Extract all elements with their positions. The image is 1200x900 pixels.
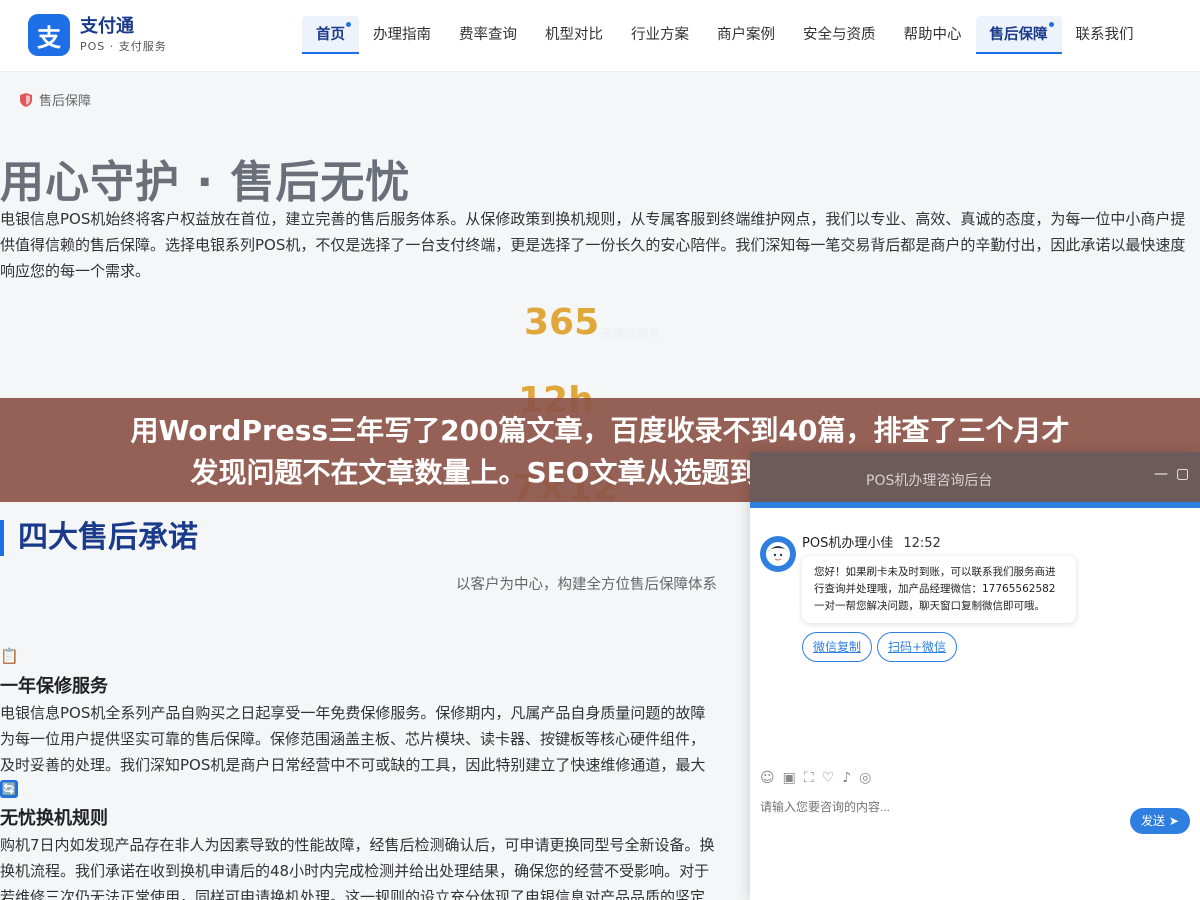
section-title: 四大售后承诺 [0,520,198,556]
logo-badge: 支 [28,14,70,56]
shield-icon [20,92,32,107]
nav-label: 费率查询 [459,27,517,43]
expand-icon[interactable]: ▢ [1176,466,1189,482]
card-title: 无忧换机规则 [0,808,108,829]
send-button[interactable]: 发送 ➤ [1130,808,1190,834]
scan-wechat-button[interactable]: 扫码+微信 [877,632,958,662]
emoji-icon[interactable]: ☺ [760,770,775,786]
agent-meta: POS机办理小佳 12:52 [802,532,941,551]
hero-title: 用心守护 · 售后无忧 [0,157,411,208]
nav-label: 安全与资质 [803,27,876,43]
card-text-line: 若维修三次仍无法正常使用，同样可申请换机处理。这一规则的设立充分体现了电银信息对… [0,888,706,900]
rating-icon[interactable]: ♡ [822,770,835,786]
nav-label: 帮助中心 [903,27,962,43]
avatar-face-icon [766,542,790,566]
card-text-line: 及时妥善的处理。我们深知POS机是商户日常经营中不可或缺的工具，因此特别建立了快… [0,756,706,774]
minimize-icon[interactable]: — [1154,466,1168,482]
chat-header-title: POS机办理咨询后台 [866,473,993,489]
message-time: 12:52 [903,536,941,551]
nav-dot-indicator [346,22,351,27]
nav-label: 首页 [316,27,345,43]
stat-number: 365 [524,302,600,343]
logo-name: 支付通 [80,16,134,37]
card-text-line: 电银信息POS机全系列产品自购买之日起享受一年免费保修服务。保修期内，凡属产品自… [0,704,706,722]
site-logo[interactable]: 支 支付通 POS · 支付服务 [28,14,167,56]
button-label: 扫码+微信 [888,640,947,654]
nav-after-sales[interactable]: 售后保障 [975,16,1062,54]
hero-description: 电银信息POS机始终将客户权益放在首位，建立完善的售后服务体系。从保修政策到换机… [0,210,1186,280]
breadcrumb-label: 售后保障 [39,94,92,109]
card-text-line: 为每一位用户提供坚实可靠的售后保障。保修范围涵盖主板、芯片模块、读卡器、按键板等… [0,730,706,748]
nav-label: 机型对比 [545,27,603,43]
main-nav: 首页 办理指南 费率查询 机型对比 行业方案 商户案例 安全与资质 帮助中心 售… [302,16,1148,54]
card-text-line: 换机流程。我们承诺在收到换机申请后的48小时内完成检测并给出处理结果，确保您的经… [0,862,710,880]
agent-avatar [760,536,796,572]
nav-help[interactable]: 帮助中心 [890,16,976,54]
copy-wechat-button[interactable]: 微信复制 [802,632,873,662]
nav-label: 售后保障 [989,27,1048,43]
send-label: 发送 [1141,814,1166,828]
logo-text: 支付通 POS · 支付服务 [80,16,167,54]
image-icon[interactable]: ▣ [783,770,796,786]
nav-guide[interactable]: 办理指南 [359,16,445,54]
chat-accent-stripe [750,502,1200,508]
sound-icon[interactable]: ♪ [842,770,851,786]
chat-input[interactable] [760,800,1110,814]
nav-security[interactable]: 安全与资质 [789,16,890,54]
nav-compare[interactable]: 机型对比 [531,16,617,54]
nav-home[interactable]: 首页 [302,16,359,54]
button-label: 微信复制 [813,640,862,654]
nav-cases[interactable]: 商户案例 [703,16,789,54]
agent-message-bubble: 您好！如果刷卡未及时到账，可以联系我们服务商进行查询并处理哦，加产品经理微信：1… [802,556,1076,623]
logo-subtitle: POS · 支付服务 [80,40,167,53]
section-subtitle: 以客户为中心，构建全方位售后保障体系 [456,577,717,593]
agent-name: POS机办理小佳 [802,536,894,551]
chat-widget: POS机办理咨询后台 — ▢ POS机办理小佳 12:52 您好！如果刷卡未及时到… [750,452,1200,900]
card-text-line: 购机7日内如发现产品存在非人为因素导致的性能故障，经售后检测确认后，可申请更换同… [0,836,715,854]
screenshot-icon[interactable]: ⛶ [804,770,814,786]
nav-label: 商户案例 [717,27,775,43]
send-icon: ➤ [1168,814,1179,828]
nav-contact[interactable]: 联系我们 [1062,16,1148,54]
chat-header[interactable]: POS机办理咨询后台 — ▢ [750,452,1200,502]
chat-bubbles-icon[interactable]: ◎ [859,770,871,786]
stat-label: 天保修服务 [600,327,661,341]
clipboard-icon: 📋 [0,647,19,665]
banner-line: 用WordPress三年写了200篇文章，百度收录不到40篇，排查了三个月才 [130,414,1070,447]
nav-industry[interactable]: 行业方案 [617,16,703,54]
site-header: 支 支付通 POS · 支付服务 首页 办理指南 费率查询 机型对比 行业方案 … [0,0,1200,72]
nav-dot-indicator [1048,22,1054,27]
nav-label: 办理指南 [373,27,431,43]
nav-label: 联系我们 [1075,27,1134,43]
card-title: 一年保修服务 [0,676,108,697]
refresh-icon: 🔄 [0,780,18,798]
chat-toolbar: ☺ ▣ ⛶ ♡ ♪ ◎ [760,770,871,786]
breadcrumb: 售后保障 [20,90,91,109]
nav-rates[interactable]: 费率查询 [445,16,531,54]
nav-label: 行业方案 [631,27,689,43]
